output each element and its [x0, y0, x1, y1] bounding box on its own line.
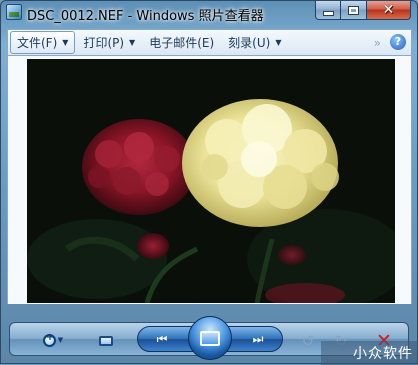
chevron-down-icon: ▼: [57, 336, 64, 344]
carnation-photo: [27, 59, 395, 303]
previous-button[interactable]: ⏮: [151, 330, 173, 348]
zoom-icon: [42, 332, 56, 347]
slideshow-button[interactable]: [188, 316, 232, 360]
command-bar: 文件(F) ▼ 打印(P) ▼ 电子邮件(E) 刻录(U) ▼ » ?: [7, 29, 412, 56]
menu-file-label: 文件(F): [17, 36, 58, 50]
photo-viewer-window: DSC_0012.NEF - Windows 照片查看器 ✕ 文件(F) ▼ 打…: [0, 0, 418, 365]
actual-size-icon: [99, 336, 113, 346]
chevron-down-icon: ▼: [275, 38, 282, 47]
watermark-label: 小众软件: [321, 341, 418, 365]
maximize-icon: [348, 5, 359, 15]
image-viewer-area[interactable]: [7, 56, 412, 304]
photo-image: [27, 59, 395, 303]
menu-overflow-icon[interactable]: »: [374, 36, 381, 50]
rotate-left-icon: ↺: [301, 332, 315, 350]
photo-viewer-app-icon: [6, 4, 22, 20]
menu-print-label: 打印(P): [83, 36, 125, 50]
menu-file[interactable]: 文件(F) ▼: [10, 31, 76, 54]
next-button[interactable]: ⏭: [247, 330, 269, 348]
minimize-icon: [322, 10, 334, 16]
rotate-counterclockwise-button[interactable]: ↺: [298, 331, 318, 351]
help-icon[interactable]: ?: [390, 34, 406, 50]
chevron-down-icon: ▼: [129, 38, 136, 47]
next-icon: ⏭: [252, 331, 264, 346]
maximize-button[interactable]: [341, 1, 367, 20]
title-bar[interactable]: DSC_0012.NEF - Windows 照片查看器 ✕: [1, 1, 417, 25]
actual-size-button[interactable]: [95, 331, 117, 351]
close-button[interactable]: ✕: [367, 1, 411, 20]
chevron-down-icon: ▼: [62, 38, 69, 47]
window-title: DSC_0012.NEF - Windows 照片查看器: [27, 9, 264, 24]
slideshow-icon: [200, 330, 220, 346]
previous-icon: ⏮: [156, 331, 168, 346]
menu-email-label: 电子邮件(E): [149, 36, 215, 50]
menu-burn[interactable]: 刻录(U) ▼: [222, 32, 287, 53]
menu-email[interactable]: 电子邮件(E): [143, 32, 220, 53]
menu-print[interactable]: 打印(P) ▼: [77, 32, 141, 53]
menu-burn-label: 刻录(U): [228, 36, 271, 50]
minimize-button[interactable]: [315, 1, 341, 20]
zoom-button[interactable]: ▼: [37, 331, 69, 349]
caption-buttons: ✕: [315, 1, 411, 20]
close-icon: ✕: [382, 2, 395, 18]
